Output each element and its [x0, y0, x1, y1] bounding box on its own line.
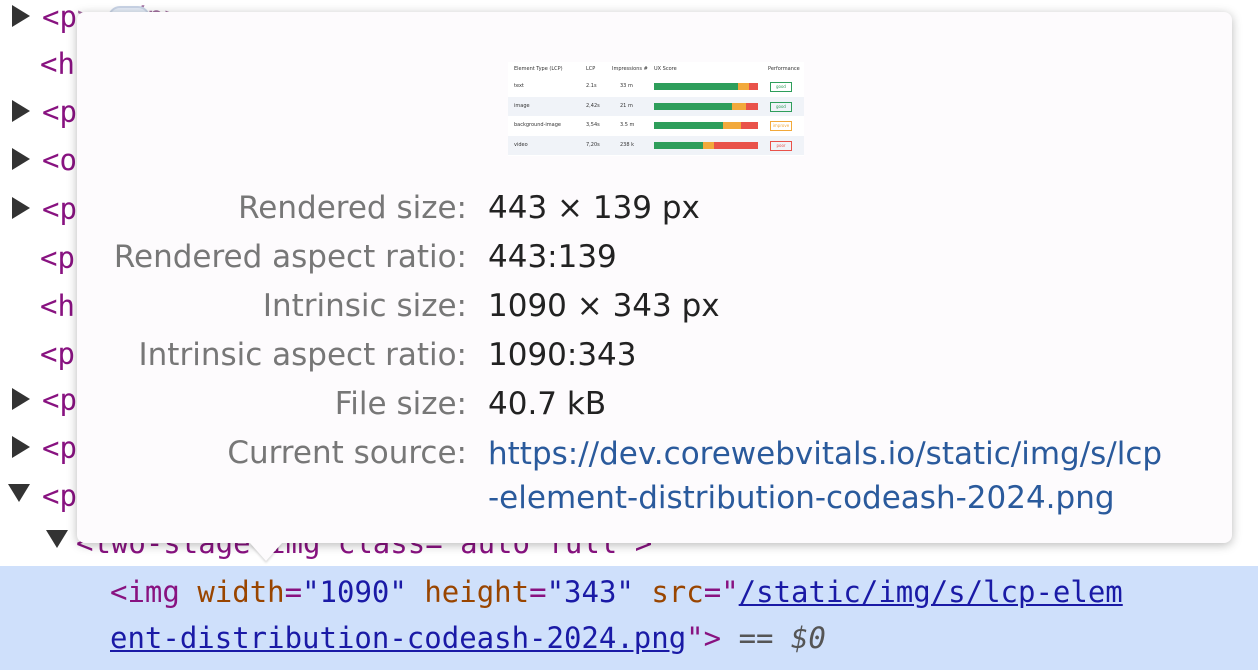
preview-bar-good	[654, 141, 703, 149]
preview-bar-ni	[722, 122, 742, 129]
preview-header: Performance	[768, 66, 800, 72]
console-reference: == $0	[738, 621, 826, 655]
rendered-aspect-ratio-value: 443:139	[488, 239, 617, 275]
collapse-triangle-icon[interactable]	[46, 530, 68, 548]
dom-node[interactable]: <p	[40, 331, 75, 377]
preview-cell: video	[514, 141, 528, 148]
file-size-value: 40.7 kB	[488, 386, 607, 422]
expand-triangle-icon[interactable]	[12, 436, 30, 458]
dom-node[interactable]: <p	[40, 235, 75, 281]
preview-bar-ni	[738, 83, 749, 90]
expand-triangle-icon[interactable]	[12, 100, 30, 122]
preview-badge: improve	[770, 121, 792, 131]
image-preview: Element Type (LCP) LCP Impressions # UX …	[508, 62, 804, 156]
preview-bar-ni	[732, 102, 746, 110]
preview-badge: poor	[770, 140, 792, 151]
preview-cell: 33 m	[620, 83, 633, 89]
intrinsic-aspect-ratio-value: 1090:343	[488, 337, 637, 373]
dom-node[interactable]: <p	[42, 377, 77, 423]
preview-row: text 2.1s 33 m good	[508, 77, 804, 96]
current-source-label: Current source:	[227, 435, 467, 471]
intrinsic-size-value: 1090 × 343 px	[488, 288, 720, 324]
preview-cell: 7,20s	[586, 141, 600, 148]
collapse-triangle-icon[interactable]	[8, 484, 30, 502]
dom-node[interactable]: <p	[42, 186, 77, 232]
tooltip-arrow	[250, 543, 282, 561]
rendered-aspect-ratio-label: Rendered aspect ratio:	[113, 239, 467, 275]
preview-bar-ni	[702, 141, 715, 149]
preview-bar-poor	[745, 102, 758, 110]
dom-node[interactable]: <p	[42, 425, 77, 471]
preview-header: LCP	[586, 66, 596, 72]
preview-bar-poor	[714, 141, 758, 149]
rendered-size-value: 443 × 139 px	[488, 190, 700, 226]
preview-cell: 21 m	[620, 102, 633, 109]
expand-triangle-icon[interactable]	[12, 388, 30, 410]
expand-triangle-icon[interactable]	[12, 5, 30, 27]
preview-row: video 7,20s 238 k poor	[508, 135, 804, 155]
intrinsic-aspect-ratio-label: Intrinsic aspect ratio:	[138, 337, 467, 373]
dom-node[interactable]: <o	[42, 137, 77, 183]
preview-row: background-image 3,54s 3.5 m improve	[508, 116, 804, 135]
preview-cell: text	[514, 83, 524, 89]
preview-cell: 3,54s	[586, 122, 600, 128]
image-info-tooltip: Element Type (LCP) LCP Impressions # UX …	[77, 12, 1232, 543]
dom-node[interactable]: <h	[40, 41, 75, 87]
preview-header: Impressions #	[612, 66, 648, 72]
preview-bar-poor	[748, 83, 758, 90]
selected-dom-node[interactable]: <img width="1090" height="343" src="/sta…	[0, 566, 1258, 670]
expand-triangle-icon[interactable]	[12, 197, 30, 219]
intrinsic-size-label: Intrinsic size:	[262, 288, 467, 324]
preview-bar-good	[654, 122, 723, 129]
preview-bar-poor	[741, 122, 758, 129]
expand-triangle-icon[interactable]	[12, 148, 30, 170]
dom-node[interactable]: <p	[42, 473, 77, 519]
rendered-size-label: Rendered size:	[238, 190, 467, 226]
preview-header: UX Score	[654, 66, 677, 72]
preview-bar-good	[654, 102, 732, 110]
file-size-label: File size:	[334, 386, 467, 422]
selected-node-line-1: <img width="1090" height="343" src="/sta…	[110, 575, 1123, 609]
preview-row: image 2,42s 21 m good	[508, 96, 804, 116]
preview-bar-good	[654, 83, 739, 90]
current-source-link[interactable]: https://dev.corewebvitals.io/static/img/…	[488, 432, 1218, 520]
preview-cell: 3.5 m	[620, 122, 635, 128]
dom-node[interactable]: <p	[42, 89, 77, 135]
dom-node[interactable]: <h	[40, 283, 75, 329]
src-link[interactable]: /static/img/s/lcp-elem	[739, 575, 1123, 609]
preview-badge: good	[770, 101, 792, 112]
preview-cell: image	[514, 102, 530, 109]
preview-badge: good	[770, 82, 792, 92]
preview-cell: 238 k	[620, 141, 635, 148]
preview-cell: 2.1s	[586, 83, 597, 89]
selected-node-line-2: ent-distribution-codeash-2024.png"> == $…	[110, 621, 826, 655]
preview-cell: background-image	[514, 122, 561, 128]
preview-cell: 2,42s	[586, 102, 600, 109]
preview-header: Element Type (LCP)	[514, 66, 563, 72]
src-link[interactable]: ent-distribution-codeash-2024.png	[110, 621, 686, 655]
